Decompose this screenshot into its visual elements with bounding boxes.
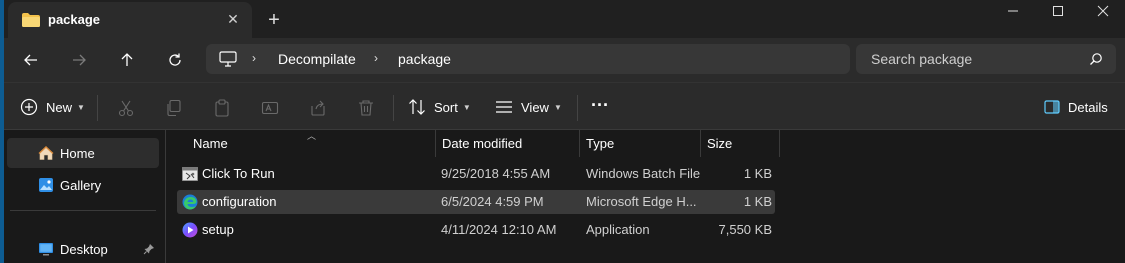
- file-row-setup[interactable]: setup 4/11/2024 12:10 AM Application 7,5…: [177, 218, 775, 242]
- edge-html-icon: [182, 194, 198, 210]
- minimize-button[interactable]: [990, 0, 1036, 22]
- file-name: configuration: [202, 194, 277, 209]
- file-date: 4/11/2024 12:10 AM: [441, 222, 557, 237]
- copy-icon: [167, 99, 181, 117]
- chevron-right-icon[interactable]: ›: [252, 51, 256, 65]
- file-row-click-to-run[interactable]: Click To Run 9/25/2018 4:55 AM Windows B…: [177, 162, 775, 186]
- address-bar[interactable]: › Decompilate › package: [206, 44, 850, 74]
- window-close-button[interactable]: [1080, 0, 1125, 22]
- trash-icon: [359, 100, 373, 116]
- sidebar-item-desktop[interactable]: Desktop: [7, 234, 159, 263]
- details-label: Details: [1068, 99, 1108, 115]
- chevron-right-icon[interactable]: ›: [374, 51, 378, 65]
- divider: [577, 95, 578, 121]
- sort-button[interactable]: Sort ▼: [408, 95, 471, 119]
- refresh-button[interactable]: [161, 46, 189, 74]
- file-size: 1 KB: [743, 194, 772, 209]
- navigation-bar: › Decompilate › package Search package: [4, 38, 1125, 82]
- arrow-right-icon: [73, 54, 86, 66]
- paste-button[interactable]: [212, 98, 232, 118]
- column-header-size[interactable]: Size: [701, 130, 779, 157]
- details-button[interactable]: Details: [1044, 95, 1108, 119]
- title-bar: package ✕ +: [0, 0, 1125, 38]
- share-button[interactable]: [308, 98, 328, 118]
- new-button[interactable]: New ▼: [20, 95, 85, 119]
- sort-icon: [409, 99, 425, 115]
- up-button[interactable]: [113, 46, 141, 74]
- list-view-icon: [496, 101, 512, 113]
- setup-app-icon: [182, 222, 198, 238]
- breadcrumb-decompilate[interactable]: Decompilate: [278, 51, 356, 67]
- file-type: Microsoft Edge H...: [586, 194, 697, 209]
- column-divider[interactable]: [779, 130, 780, 157]
- breadcrumb-package[interactable]: package: [398, 51, 451, 67]
- more-options-button[interactable]: ···: [591, 93, 609, 117]
- file-size: 7,550 KB: [718, 222, 773, 237]
- file-name: setup: [202, 222, 234, 237]
- forward-button[interactable]: [65, 46, 93, 74]
- column-header-name[interactable]: Name: [187, 130, 435, 157]
- rename-icon: [261, 101, 279, 115]
- file-list: ︿ Name Date modified Type Size Click To …: [167, 130, 1125, 263]
- this-pc-icon: [219, 51, 237, 67]
- view-button[interactable]: View ▼: [495, 95, 562, 119]
- sidebar-item-label: Gallery: [60, 177, 102, 193]
- file-name: Click To Run: [202, 166, 275, 181]
- chevron-down-icon: ▼: [553, 102, 562, 112]
- command-bar: New ▼ Sort ▼ View ▼ ··· Details: [4, 82, 1125, 130]
- add-circle-icon: [20, 98, 38, 116]
- refresh-icon: [169, 53, 181, 66]
- batch-file-icon: [182, 167, 198, 181]
- divider: [97, 95, 98, 121]
- sidebar-item-label: Desktop: [60, 241, 108, 257]
- column-header-type[interactable]: Type: [580, 130, 700, 157]
- rename-button[interactable]: [260, 98, 280, 118]
- folder-icon: [22, 13, 40, 27]
- search-icon[interactable]: [1089, 52, 1103, 66]
- new-label: New: [46, 99, 73, 115]
- file-date: 6/5/2024 4:59 PM: [441, 194, 544, 209]
- file-type: Application: [586, 222, 650, 237]
- gallery-icon: [38, 177, 54, 193]
- details-pane-icon: [1044, 100, 1060, 114]
- paste-icon: [215, 99, 229, 117]
- sidebar-item-home[interactable]: Home: [7, 138, 159, 168]
- close-icon: [1097, 5, 1109, 17]
- sidebar-item-label: Home: [60, 145, 95, 161]
- maximize-icon: [1053, 6, 1063, 16]
- chevron-down-icon: ▼: [77, 102, 85, 112]
- home-icon: [38, 145, 54, 161]
- sidebar-item-gallery[interactable]: Gallery: [7, 170, 159, 200]
- close-tab-icon[interactable]: ✕: [222, 8, 244, 30]
- scissors-icon: [118, 100, 134, 117]
- back-button[interactable]: [17, 46, 45, 74]
- file-date: 9/25/2018 4:55 AM: [441, 166, 551, 181]
- navigation-pane: Home Gallery Desktop: [4, 130, 166, 263]
- share-icon: [311, 100, 325, 116]
- divider: [393, 95, 394, 121]
- arrow-up-icon: [121, 53, 133, 66]
- file-size: 1 KB: [743, 166, 772, 181]
- file-type: Windows Batch File: [586, 166, 701, 181]
- cut-button[interactable]: [116, 98, 136, 118]
- column-header-date[interactable]: Date modified: [436, 130, 579, 157]
- minimize-icon: [1008, 10, 1018, 12]
- sidebar-divider: [10, 210, 156, 211]
- sort-label: Sort: [434, 99, 458, 115]
- delete-button[interactable]: [356, 98, 376, 118]
- tab-package[interactable]: package ✕: [8, 2, 252, 38]
- copy-button[interactable]: [164, 98, 184, 118]
- chevron-down-icon: ▼: [462, 102, 471, 112]
- maximize-button[interactable]: [1035, 0, 1081, 22]
- desktop-icon: [38, 241, 54, 257]
- new-tab-button[interactable]: +: [262, 8, 286, 32]
- view-label: View: [521, 99, 549, 115]
- tab-title: package: [48, 12, 101, 27]
- search-box[interactable]: Search package: [856, 44, 1116, 74]
- file-row-configuration[interactable]: configuration 6/5/2024 4:59 PM Microsoft…: [177, 190, 775, 214]
- search-placeholder[interactable]: Search package: [871, 51, 972, 67]
- arrow-left-icon: [24, 54, 37, 66]
- pin-icon[interactable]: [143, 243, 155, 255]
